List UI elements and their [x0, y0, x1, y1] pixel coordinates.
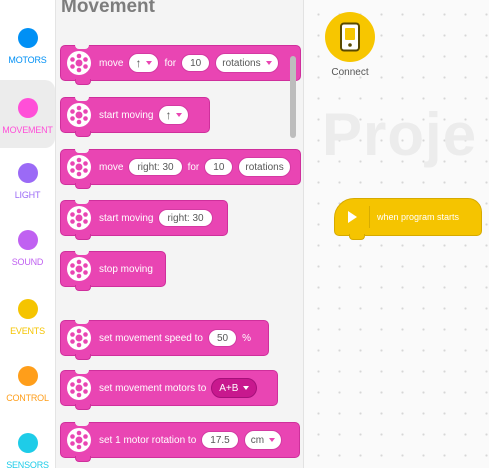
amount-input[interactable]: 10 — [181, 54, 211, 72]
category-color-dot — [17, 230, 38, 250]
movement-wheel-icon — [67, 206, 91, 230]
caret-down-icon — [243, 386, 250, 390]
block-text: for — [164, 57, 177, 69]
arrow-up-icon: ↑ — [165, 108, 172, 122]
category-label: MOVEMENT — [2, 125, 53, 135]
amount-input[interactable]: 10 — [204, 158, 234, 176]
set-movement-speed-block[interactable]: set movement speed to 50 % — [60, 320, 269, 360]
category-control[interactable]: CONTROL — [0, 348, 55, 416]
unit-label: cm — [250, 434, 265, 446]
category-label: EVENTS — [10, 326, 45, 336]
steer-input[interactable]: right: 30 — [128, 158, 183, 176]
block-text: when program starts — [377, 212, 460, 222]
direction-dropdown[interactable]: ↑ — [128, 53, 160, 73]
start-moving-direction-block[interactable]: start moving ↑ — [60, 97, 210, 137]
category-light[interactable]: LIGHT — [0, 145, 55, 213]
move-steer-block[interactable]: move right: 30 for 10 rotations — [60, 149, 301, 189]
connect-label: Connect — [331, 67, 369, 78]
category-label: SOUND — [11, 257, 44, 267]
when-program-starts-block[interactable]: when program starts — [334, 198, 482, 240]
block-text: set movement speed to — [99, 332, 203, 344]
movement-wheel-icon — [67, 155, 91, 179]
stop-moving-block[interactable]: stop moving — [60, 251, 166, 291]
block-text: move — [99, 57, 124, 69]
category-sound[interactable]: SOUND — [0, 212, 55, 280]
project-watermark: Proje — [322, 101, 478, 168]
rotation-input[interactable]: 17.5 — [201, 431, 239, 449]
caret-down-icon — [269, 438, 276, 442]
unit-label: rotations — [222, 57, 261, 69]
movement-wheel-icon — [67, 257, 91, 281]
caret-down-icon — [176, 113, 183, 117]
movement-wheel-icon — [67, 376, 91, 400]
divider — [369, 206, 370, 228]
unit-label: rotations — [245, 161, 284, 173]
unit-dropdown[interactable]: rotations — [238, 157, 291, 177]
category-label: MOTORS — [8, 55, 47, 65]
speed-input[interactable]: 50 — [207, 329, 238, 347]
category-movement[interactable]: MOVEMENT — [0, 80, 55, 148]
category-color-dot — [17, 98, 38, 118]
block-text: stop moving — [99, 263, 153, 275]
block-text: start moving — [99, 212, 154, 224]
category-color-dot — [17, 433, 38, 453]
category-label: LIGHT — [14, 190, 41, 200]
percent-label: % — [242, 332, 251, 344]
set-motor-rotation-block[interactable]: set 1 motor rotation to 17.5 cm — [60, 422, 300, 462]
flyout-scrollbar[interactable] — [290, 56, 296, 138]
category-sensors[interactable]: SENSORS — [0, 415, 55, 468]
steer-input[interactable]: right: 30 — [158, 209, 213, 227]
category-sidebar: MOTORS MOVEMENT LIGHT SOUND EVENTS CONTR… — [0, 0, 56, 468]
block-text: set 1 motor rotation to — [99, 434, 197, 446]
category-color-dot — [17, 28, 38, 48]
movement-wheel-icon — [67, 51, 91, 75]
hub-device-icon — [340, 22, 360, 52]
connect-button[interactable] — [325, 12, 375, 62]
category-label: CONTROL — [6, 393, 49, 403]
category-events[interactable]: EVENTS — [0, 281, 55, 349]
direction-dropdown[interactable]: ↑ — [158, 105, 190, 125]
unit-dropdown[interactable]: cm — [243, 430, 283, 450]
block-text: for — [187, 161, 200, 173]
movement-wheel-icon — [67, 103, 91, 127]
unit-dropdown[interactable]: rotations — [215, 53, 279, 73]
block-text: set movement motors to — [99, 382, 207, 394]
flyout-title: Movement — [61, 0, 155, 17]
category-label: SENSORS — [6, 460, 49, 468]
start-moving-steer-block[interactable]: start moving right: 30 — [60, 200, 228, 240]
app-root: MOTORS MOVEMENT LIGHT SOUND EVENTS CONTR… — [0, 0, 489, 468]
caret-down-icon — [265, 61, 272, 65]
caret-down-icon — [146, 61, 153, 65]
category-color-dot — [17, 163, 38, 183]
block-text: start moving — [99, 109, 154, 121]
set-movement-motors-block[interactable]: set movement motors to A+B — [60, 370, 278, 410]
arrow-up-icon: ↑ — [135, 56, 142, 70]
movement-wheel-icon — [67, 326, 91, 350]
block-text: move — [99, 161, 124, 173]
motor-pair-label: A+B — [219, 382, 239, 394]
movement-wheel-icon — [67, 428, 91, 452]
category-color-dot — [17, 299, 38, 319]
motor-pair-dropdown[interactable]: A+B — [211, 378, 258, 398]
play-icon — [348, 211, 357, 223]
category-color-dot — [17, 366, 38, 386]
move-direction-block[interactable]: move ↑ for 10 rotations — [60, 45, 301, 85]
